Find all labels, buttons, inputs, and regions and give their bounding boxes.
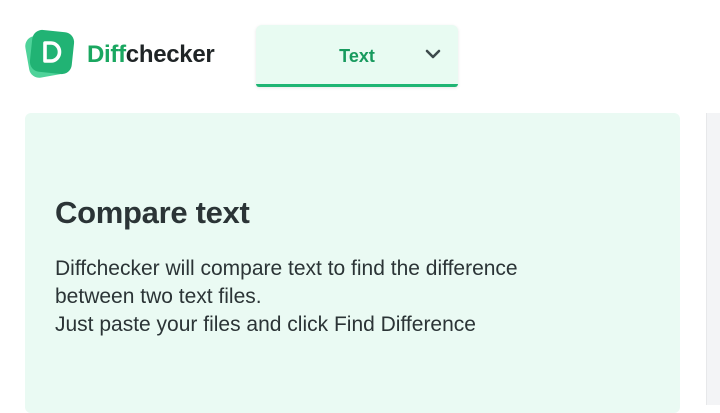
intro-description-line: between two text files. [55, 285, 262, 308]
brand-name-diff: Diff [87, 41, 126, 68]
intro-description-line: Just paste your files and click Find Dif… [55, 313, 476, 336]
page-title: Compare text [55, 195, 250, 230]
logo-mark-front-shape [28, 28, 76, 76]
chevron-down-icon [425, 49, 441, 59]
intro-description-line: Diffchecker will compare text to find th… [55, 257, 518, 280]
top-header: Diffchecker Text [0, 0, 720, 100]
side-panel-edge [706, 113, 720, 405]
diffchecker-logo[interactable]: Diffchecker [23, 28, 215, 80]
logo-mark [23, 28, 77, 80]
intro-description: Diffchecker will compare text to find th… [55, 255, 655, 339]
brand-name-checker: checker [125, 41, 215, 68]
brand-name: Diffchecker [87, 41, 215, 68]
letter-d-icon [43, 41, 62, 63]
compare-text-intro-panel: Compare text Diffchecker will compare te… [25, 113, 680, 413]
diff-type-dropdown[interactable]: Text [256, 25, 458, 87]
